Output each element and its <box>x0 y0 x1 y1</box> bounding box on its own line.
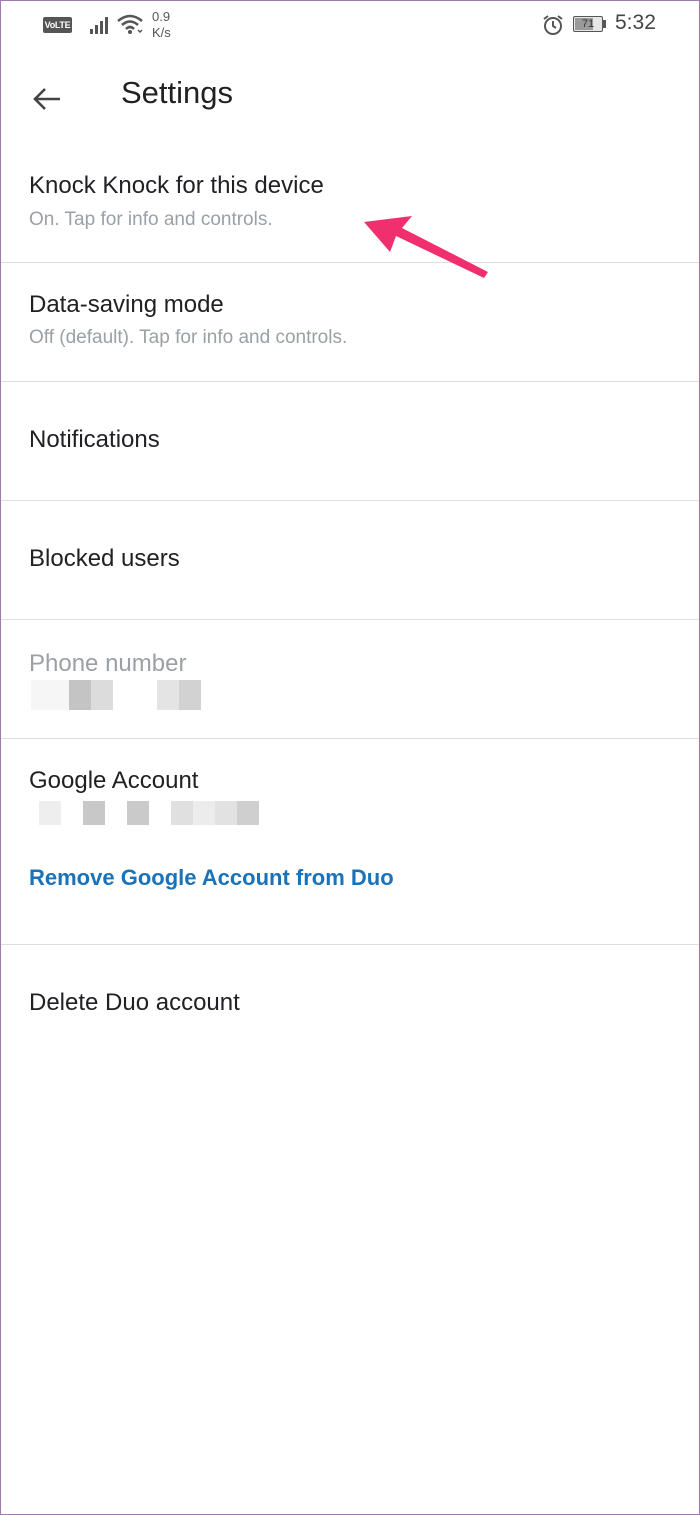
network-speed: 0.9 K/s <box>152 9 182 41</box>
signal-strength-icon <box>90 17 108 34</box>
setting-google-account-title: Google Account <box>29 767 199 794</box>
setting-blocked-users[interactable]: Blocked users <box>1 501 699 620</box>
back-button[interactable] <box>19 71 75 127</box>
setting-phone-number-title: Phone number <box>29 650 187 677</box>
page-title: Settings <box>121 75 234 110</box>
annotation-arrow-icon <box>364 216 488 278</box>
volte-badge: VoLTE <box>43 17 72 33</box>
redacted-phone-number <box>31 680 206 710</box>
arrow-back-icon <box>33 88 60 110</box>
battery-tip <box>603 20 606 28</box>
alarm-clock-icon <box>543 15 563 35</box>
network-speed-value: 0.9 <box>152 9 171 24</box>
status-clock: 5:32 <box>615 11 656 34</box>
toolbar: Settings <box>1 53 699 145</box>
setting-notifications[interactable]: Notifications <box>1 382 699 501</box>
redacted-google-account-email <box>31 801 291 825</box>
setting-blocked-users-title: Blocked users <box>29 545 180 572</box>
setting-knock-knock-title: Knock Knock for this device <box>29 172 324 199</box>
battery-level: 71 <box>581 18 595 30</box>
setting-knock-knock-subtitle: On. Tap for info and controls. <box>29 209 273 230</box>
app-screen: VoLTE 0.9 K/s 71 5:32 Settings Knock Kno… <box>0 0 700 1515</box>
setting-data-saving-subtitle: Off (default). Tap for info and controls… <box>29 327 348 348</box>
setting-notifications-title: Notifications <box>29 426 160 453</box>
setting-knock-knock[interactable]: Knock Knock for this device On. Tap for … <box>1 145 699 263</box>
wifi-icon <box>117 14 143 34</box>
setting-phone-number: Phone number <box>1 620 699 739</box>
setting-delete-duo-account-title: Delete Duo account <box>29 989 240 1016</box>
setting-delete-duo-account[interactable]: Delete Duo account <box>1 945 699 1065</box>
status-bar: VoLTE 0.9 K/s 71 5:32 <box>1 1 699 53</box>
network-speed-unit: K/s <box>152 25 171 40</box>
setting-google-account: Google Account Remove Google Account fro… <box>1 739 699 945</box>
battery-icon: 71 <box>573 16 609 34</box>
setting-data-saving-mode[interactable]: Data-saving mode Off (default). Tap for … <box>1 263 699 382</box>
setting-data-saving-title: Data-saving mode <box>29 291 224 318</box>
remove-google-account-link[interactable]: Remove Google Account from Duo <box>29 865 394 891</box>
